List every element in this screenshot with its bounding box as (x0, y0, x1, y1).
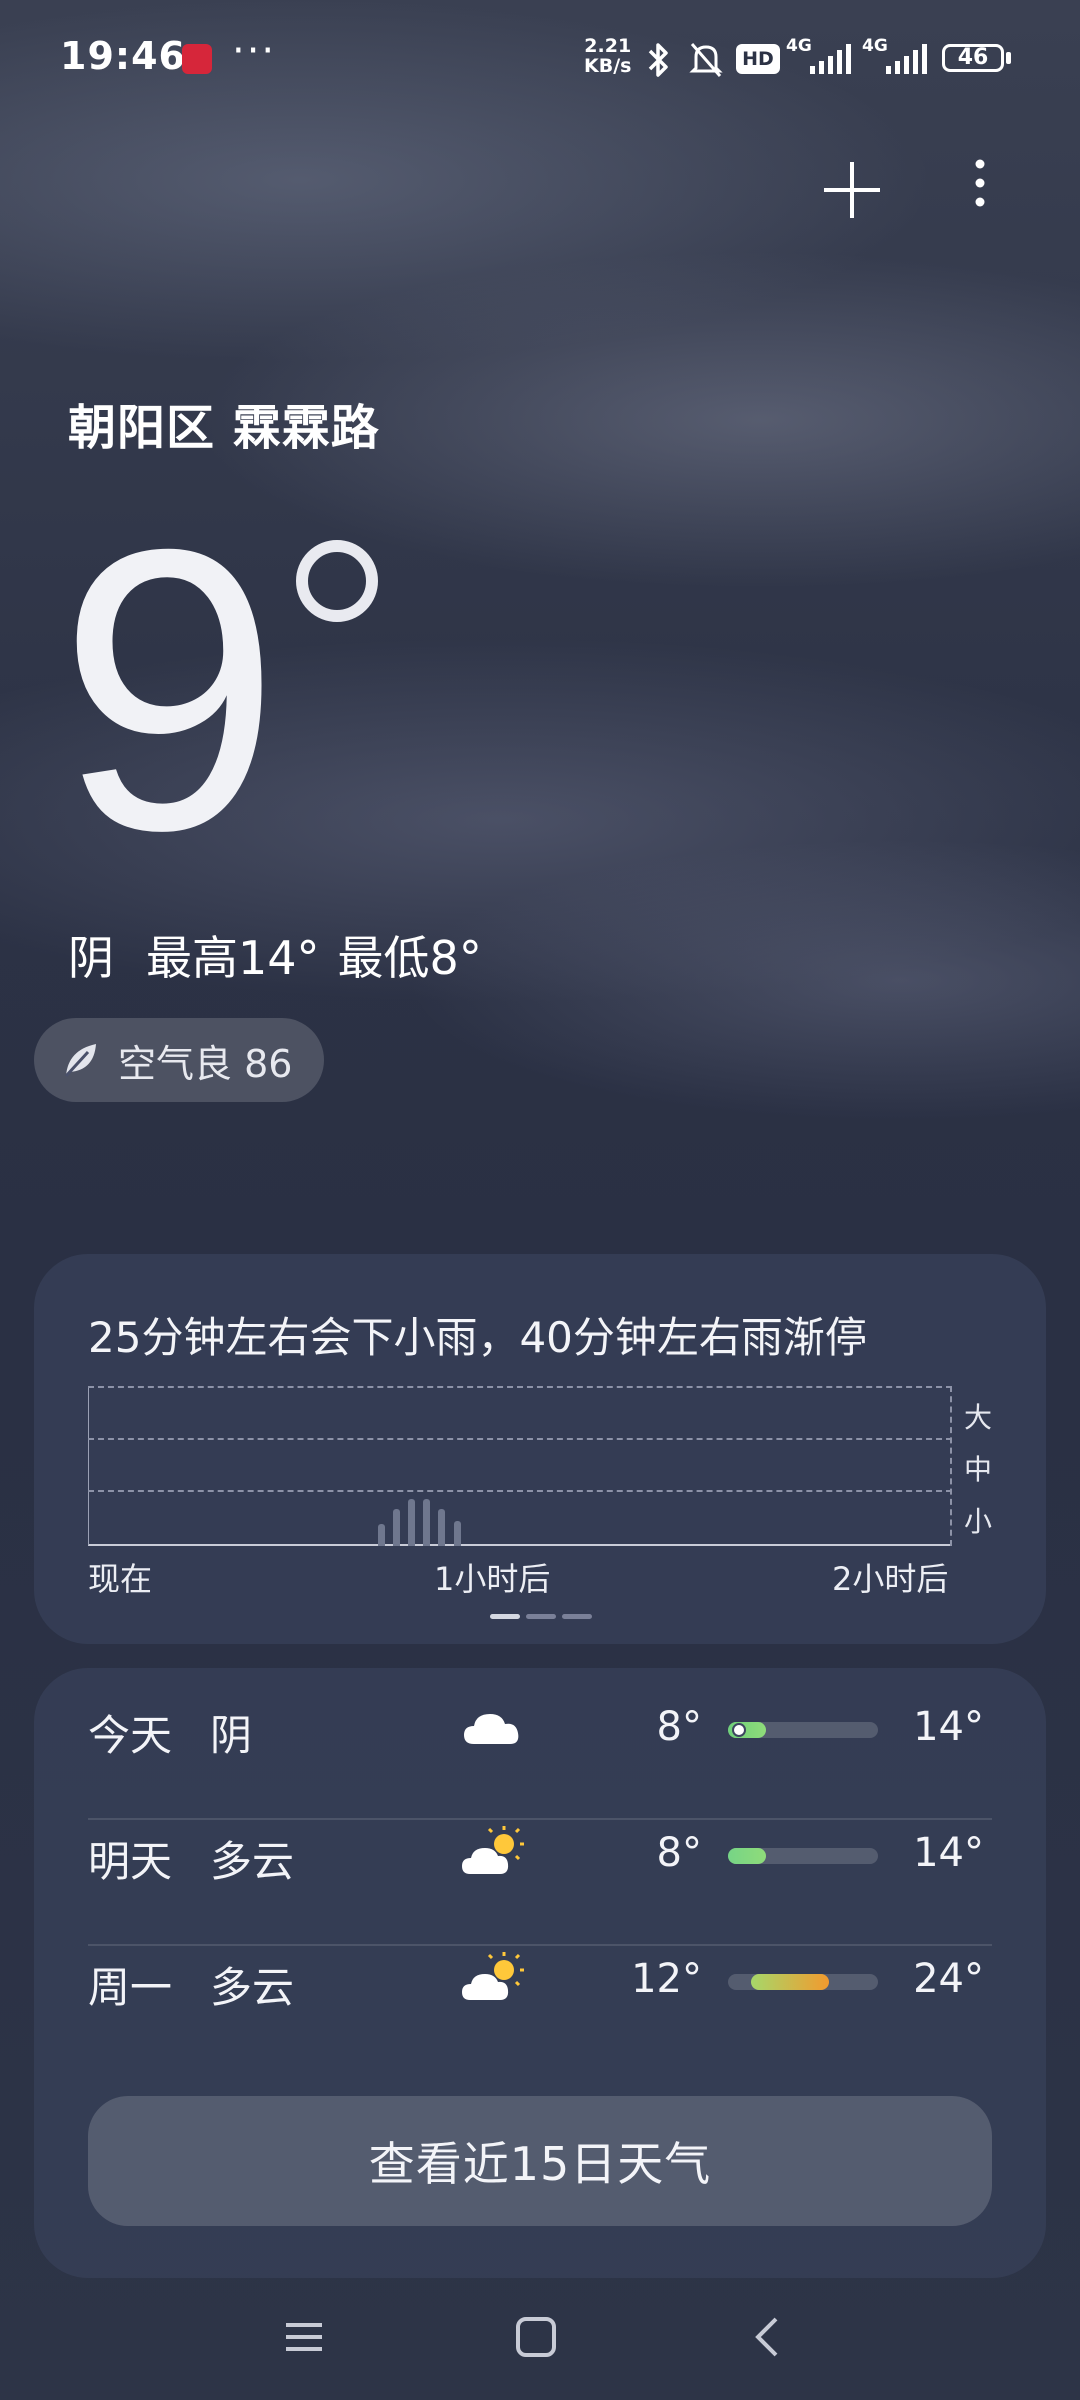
air-quality-pill[interactable]: 空气良 86 (34, 1018, 324, 1102)
forecast-high: 14° (913, 1830, 984, 1876)
temp-range-fill (750, 1974, 829, 1990)
grid-line-end (950, 1386, 952, 1546)
forecast-condition: 阴 (210, 1711, 253, 1760)
app-notification-icon (182, 44, 212, 74)
temp-range-fill (728, 1848, 766, 1864)
page-indicator (562, 1614, 592, 1619)
precip-bar (393, 1508, 401, 1546)
level-label-heavy: 大 (964, 1401, 993, 1434)
today-low: 最低8° (337, 931, 482, 985)
level-label-light: 小 (964, 1505, 993, 1538)
chart-frame (88, 1386, 952, 1546)
forecast-row-monday[interactable]: 周一 多云 12° 24° (88, 1920, 992, 2046)
forecast-low: 8° (656, 1830, 702, 1876)
bluetooth-icon (648, 43, 668, 77)
precip-bar (423, 1499, 431, 1546)
network-speed-value: 2.21 (584, 35, 632, 57)
precip-bar (453, 1521, 461, 1546)
forecast-row-today[interactable]: 今天 阴 8° 14° (88, 1668, 992, 1794)
air-quality-text: 空气良 86 (118, 1041, 293, 1086)
signal-icon-1 (810, 44, 851, 74)
forecast-low: 12° (631, 1956, 702, 2002)
forecast-condition: 多云 (210, 1837, 295, 1886)
forecast-high: 14° (913, 1704, 984, 1750)
grid-line-heavy (88, 1386, 952, 1388)
page-indicator (526, 1614, 556, 1619)
x-label-2h: 2小时后 (832, 1560, 949, 1598)
view-15-day-button[interactable]: 查看近15日天气 (88, 2096, 992, 2226)
square-icon (516, 2317, 556, 2357)
network-speed: 2.21 KB/s (584, 36, 631, 76)
forecast-day: 明天 (88, 1837, 173, 1886)
forecast-low: 8° (656, 1704, 702, 1750)
weather-summary: 阴 最高14° 最低8° (68, 922, 482, 988)
precipitation-card[interactable]: 25分钟左右会下小雨，40分钟左右雨渐停 大 中 小 现在 1小时后 2小时后 (34, 1254, 1046, 1644)
level-label-medium: 中 (964, 1453, 993, 1486)
current-temp-dot (732, 1723, 746, 1737)
menu-icon (286, 2323, 322, 2351)
temp-range-track (728, 1722, 878, 1738)
partly-cloudy-icon (462, 1826, 524, 1874)
forecast-card: 今天 阴 8° 14° 明天 多云 8° 14° 周一 多云 12° 24° 查… (34, 1668, 1046, 2278)
navigation-bar (0, 2280, 1080, 2400)
precip-bar (378, 1524, 385, 1546)
mute-bell-icon (689, 43, 723, 77)
x-label-1h: 1小时后 (434, 1560, 551, 1598)
status-time: 19:46 (60, 34, 186, 78)
x-label-now: 现在 (88, 1560, 153, 1598)
battery-icon: 46 (942, 44, 1004, 72)
forecast-condition: 多云 (210, 1963, 295, 2012)
signal-icon-2 (886, 44, 927, 74)
location-title: 朝阳区 霖霖路 (68, 400, 380, 456)
more-notifications-icon: ··· (232, 28, 277, 74)
temp-range-track (728, 1848, 878, 1864)
add-city-button[interactable] (818, 156, 886, 224)
back-button[interactable] (728, 2302, 808, 2372)
precipitation-chart (88, 1386, 952, 1548)
today-high: 最高14° (146, 931, 320, 985)
more-options-button[interactable] (960, 150, 1000, 230)
degree-symbol (296, 540, 378, 622)
recent-apps-button[interactable] (264, 2302, 344, 2372)
forecast-day: 今天 (88, 1711, 173, 1760)
leaf-icon (64, 1044, 96, 1078)
battery-tip (1006, 52, 1011, 64)
temp-range-track (728, 1974, 878, 1990)
grid-line-medium (88, 1438, 952, 1440)
grid-line-light (88, 1490, 952, 1492)
network-speed-unit: KB/s (584, 55, 632, 77)
cloud-icon (464, 1714, 519, 1744)
page-indicator-active (490, 1614, 520, 1619)
precipitation-title: 25分钟左右会下小雨，40分钟左右雨渐停 (88, 1313, 867, 1362)
precip-bar (408, 1499, 416, 1546)
partly-cloudy-icon (462, 1952, 524, 2000)
precip-bar (438, 1508, 446, 1546)
status-bar: 19:46 ··· 2.21 KB/s HD 4G 4G 46 (0, 0, 1080, 120)
forecast-row-tomorrow[interactable]: 明天 多云 8° 14° (88, 1794, 992, 1920)
back-chevron-icon (755, 2317, 778, 2357)
current-condition: 阴 (68, 931, 114, 985)
home-button[interactable] (496, 2302, 576, 2372)
forecast-high: 24° (913, 1956, 984, 2002)
forecast-day: 周一 (88, 1963, 173, 2012)
current-temperature: 9 (58, 466, 280, 913)
hd-badge: HD (736, 44, 780, 74)
